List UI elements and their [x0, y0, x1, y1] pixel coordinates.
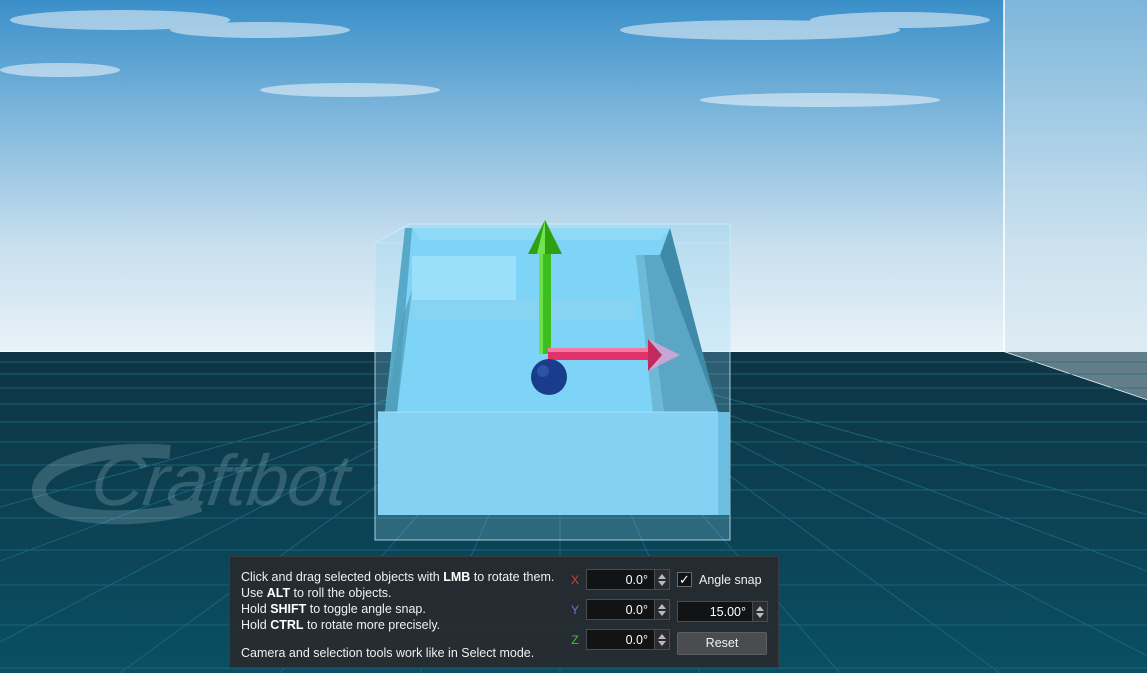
instruction-line-5: Camera and selection tools work like in …	[241, 646, 535, 660]
x-rotation-field[interactable]: 0.0°	[586, 569, 670, 590]
x-axis-label: X	[570, 573, 579, 587]
chevron-up-icon[interactable]	[756, 605, 764, 611]
instruction-line-2: Use ALT to roll the objects.	[241, 586, 392, 600]
chevron-up-icon[interactable]	[658, 633, 666, 639]
svg-text:Craftbot: Craftbot	[87, 441, 357, 521]
chevron-down-icon[interactable]	[658, 580, 666, 586]
x-rotation-stepper[interactable]	[654, 570, 669, 589]
room-right-wall	[1004, 0, 1147, 400]
y-rotation-field[interactable]: 0.0°	[586, 599, 670, 620]
z-rotation-stepper[interactable]	[654, 630, 669, 649]
angle-snap-stepper[interactable]	[752, 602, 767, 621]
instruction-line-3: Hold SHIFT to toggle angle snap.	[241, 602, 426, 616]
instruction-line-1: Click and drag selected objects with LMB…	[241, 570, 555, 584]
chevron-down-icon[interactable]	[756, 612, 764, 618]
angle-snap-value-field[interactable]: 15.00°	[677, 601, 768, 622]
chevron-up-icon[interactable]	[658, 573, 666, 579]
reset-button[interactable]: Reset	[677, 632, 767, 655]
gizmo-pivot-sphere[interactable]	[531, 359, 567, 395]
chevron-down-icon[interactable]	[658, 610, 666, 616]
rotate-tool-panel: Click and drag selected objects with LMB…	[229, 556, 779, 668]
instruction-line-4: Hold CTRL to rotate more precisely.	[241, 618, 441, 632]
angle-snap-label[interactable]: Angle snap	[699, 573, 762, 587]
z-axis-label: Z	[571, 633, 579, 647]
chevron-down-icon[interactable]	[658, 640, 666, 646]
y-axis-label: Y	[570, 603, 579, 617]
rotate-instructions: Click and drag selected objects with LMB…	[241, 569, 554, 661]
y-rotation-stepper[interactable]	[654, 600, 669, 619]
chevron-up-icon[interactable]	[658, 603, 666, 609]
angle-snap-checkbox[interactable]: ✓	[677, 572, 692, 587]
z-rotation-field[interactable]: 0.0°	[586, 629, 670, 650]
